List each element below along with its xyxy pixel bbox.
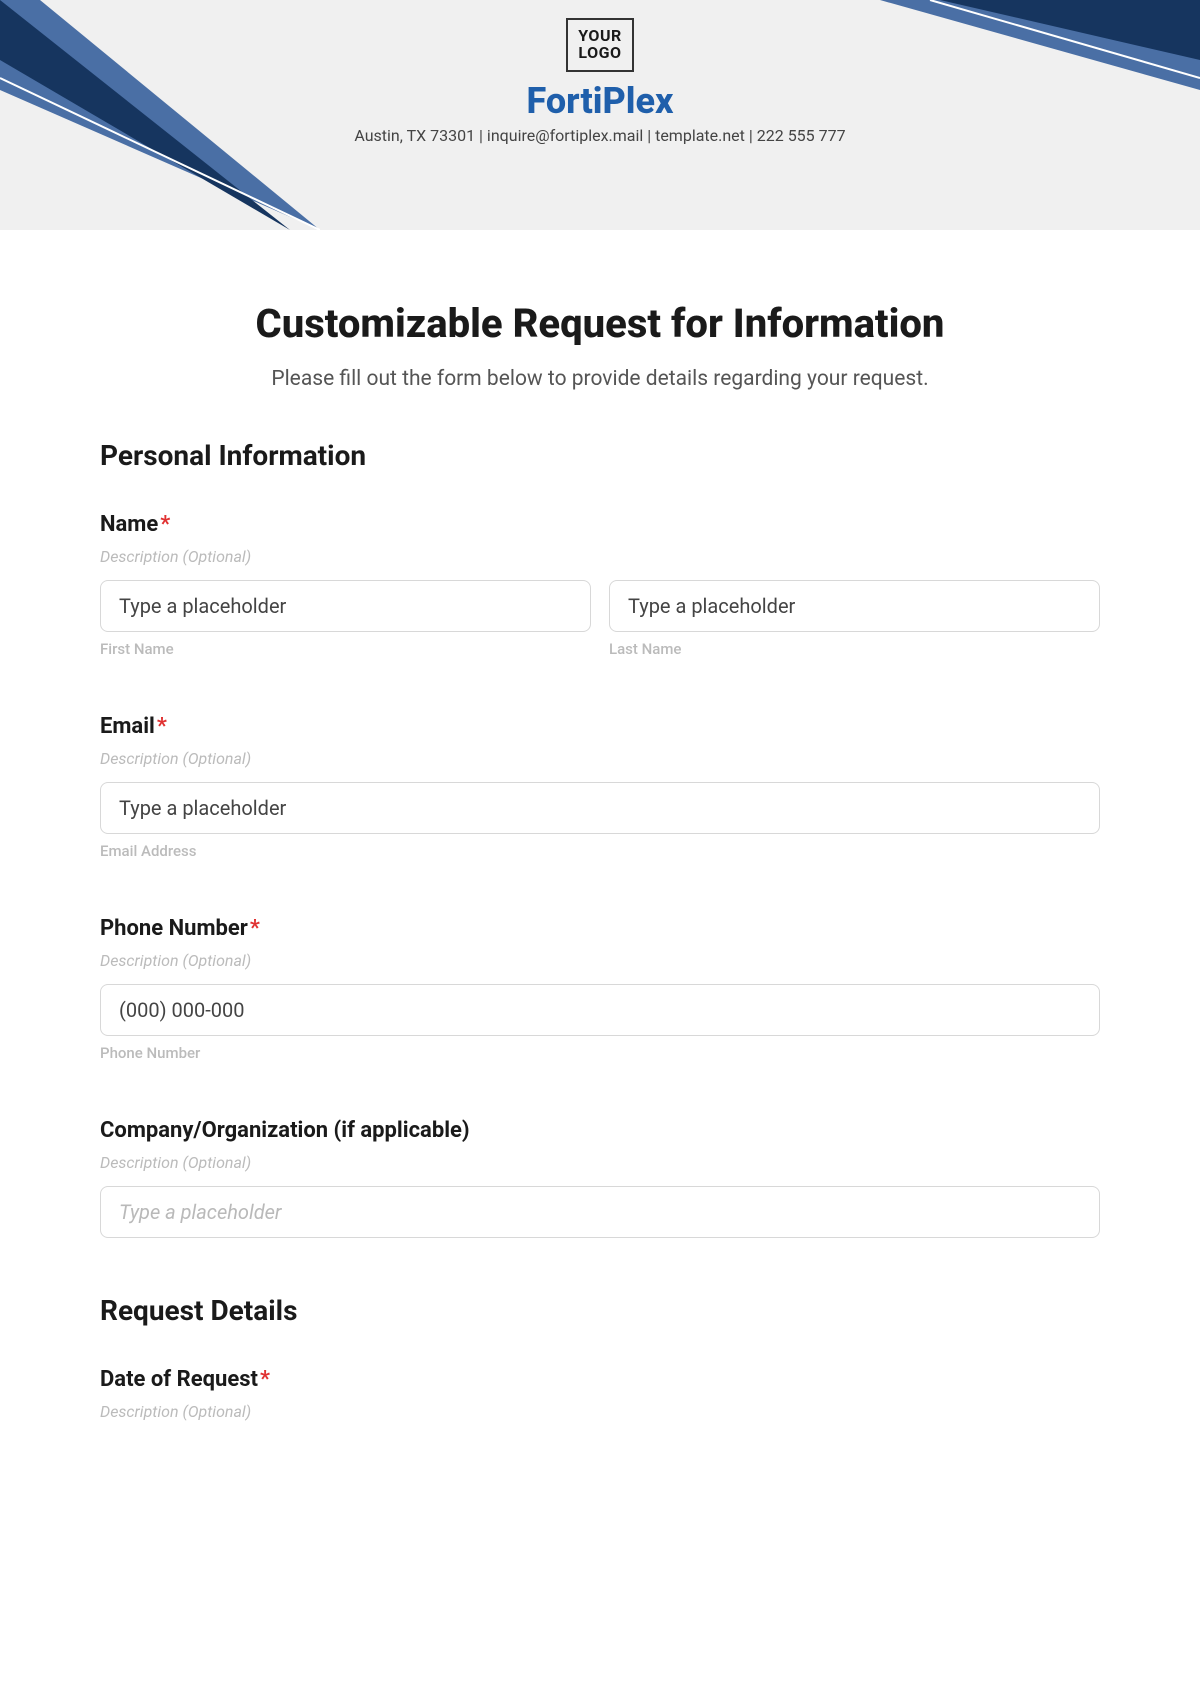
name-description: Description (Optional) <box>100 547 1100 566</box>
email-input[interactable] <box>100 782 1100 834</box>
first-name-input[interactable] <box>100 580 591 632</box>
name-label-text: Name <box>100 512 158 537</box>
page-intro: Please fill out the form below to provid… <box>100 367 1100 391</box>
phone-input[interactable] <box>100 984 1100 1036</box>
field-phone: Phone Number* Description (Optional) Pho… <box>100 916 1100 1062</box>
field-email: Email* Description (Optional) Email Addr… <box>100 714 1100 860</box>
email-description: Description (Optional) <box>100 749 1100 768</box>
section-personal-info: Personal Information <box>100 439 1100 472</box>
company-name: FortiPlex <box>0 80 1200 122</box>
page-title: Customizable Request for Information <box>100 300 1100 347</box>
first-name-sublabel: First Name <box>100 640 591 658</box>
phone-description: Description (Optional) <box>100 951 1100 970</box>
required-star: * <box>260 1367 270 1392</box>
company-description: Description (Optional) <box>100 1153 1100 1172</box>
name-label: Name* <box>100 512 1100 537</box>
last-name-sublabel: Last Name <box>609 640 1100 658</box>
field-name: Name* Description (Optional) First Name … <box>100 512 1100 658</box>
section-request-details: Request Details <box>100 1294 1100 1327</box>
phone-label-text: Phone Number <box>100 916 248 941</box>
field-company: Company/Organization (if applicable) Des… <box>100 1118 1100 1238</box>
phone-label: Phone Number* <box>100 916 1100 941</box>
email-sublabel: Email Address <box>100 842 1100 860</box>
form-page: Customizable Request for Information Ple… <box>0 230 1200 1475</box>
date-request-label-text: Date of Request <box>100 1367 258 1392</box>
field-date-request: Date of Request* Description (Optional) <box>100 1367 1100 1421</box>
required-star: * <box>160 512 170 537</box>
email-label-text: Email <box>100 714 155 739</box>
logo-text-line2: LOGO <box>578 45 622 62</box>
company-input[interactable] <box>100 1186 1100 1238</box>
email-label: Email* <box>100 714 1100 739</box>
logo-placeholder: YOUR LOGO <box>566 18 634 72</box>
last-name-input[interactable] <box>609 580 1100 632</box>
phone-sublabel: Phone Number <box>100 1044 1100 1062</box>
header-banner: YOUR LOGO FortiPlex Austin, TX 73301 | i… <box>0 0 1200 230</box>
required-star: * <box>157 714 167 739</box>
required-star: * <box>250 916 260 941</box>
date-request-label: Date of Request* <box>100 1367 1100 1392</box>
company-contact-line: Austin, TX 73301 | inquire@fortiplex.mai… <box>0 126 1200 145</box>
company-label: Company/Organization (if applicable) <box>100 1118 1100 1143</box>
date-request-description: Description (Optional) <box>100 1402 1100 1421</box>
